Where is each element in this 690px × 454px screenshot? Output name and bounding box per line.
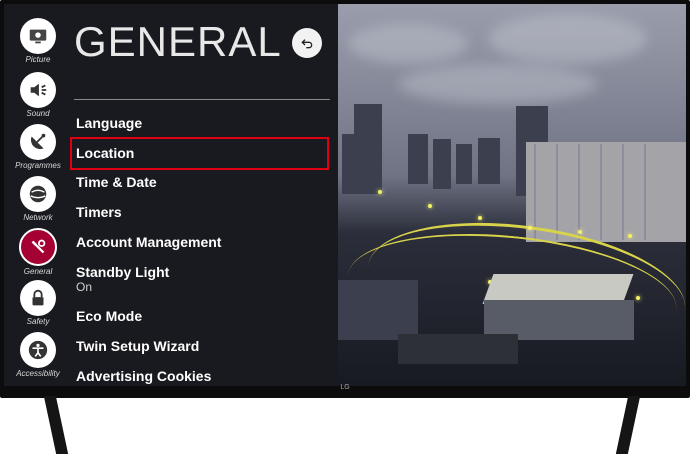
sound-icon [20, 72, 56, 108]
tv-screen: Picture Sound Programmes Network General… [4, 4, 686, 386]
menu-item-time-date[interactable]: Time & Date [70, 174, 330, 190]
menu-item-language[interactable]: Language [70, 115, 330, 131]
category-label: General [23, 267, 53, 276]
accessibility-icon [20, 332, 56, 368]
menu-item-label: Twin Setup Wizard [76, 338, 200, 354]
focus-highlight [70, 137, 329, 170]
menu-item-timers[interactable]: Timers [70, 204, 330, 220]
background-city-photo [338, 4, 686, 386]
satellite-icon [20, 124, 56, 160]
menu-item-standby-light[interactable]: Standby Light On [70, 264, 330, 294]
category-general[interactable]: General [4, 228, 72, 276]
category-safety[interactable]: Safety [4, 280, 72, 326]
category-label: Accessibility [16, 369, 60, 378]
category-sound[interactable]: Sound [4, 72, 72, 118]
menu-item-label: Timers [76, 204, 122, 220]
menu-item-label: Language [76, 115, 143, 131]
menu-item-eco-mode[interactable]: Eco Mode [70, 308, 330, 324]
menu-item-label: Advertising Cookies [76, 368, 212, 384]
menu-item-label: Time & Date [76, 174, 157, 190]
tv-bezel: Picture Sound Programmes Network General… [0, 0, 690, 398]
general-icon [19, 228, 57, 266]
category-network[interactable]: Network [4, 176, 72, 222]
menu-item-label: Eco Mode [76, 308, 143, 324]
category-picture[interactable]: Picture [4, 18, 72, 64]
category-accessibility[interactable]: Accessibility [4, 332, 72, 378]
back-arrow-icon [301, 39, 313, 49]
tv-stand-left [43, 396, 69, 454]
picture-icon [20, 18, 56, 54]
settings-panel: Picture Sound Programmes Network General… [4, 4, 338, 386]
tv-logo: LG [340, 384, 350, 391]
category-label: Sound [26, 109, 50, 118]
back-button[interactable] [292, 28, 322, 58]
globe-icon [20, 176, 56, 212]
menu-item-label: Account Management [76, 234, 222, 250]
menu-item-account-management[interactable]: Account Management [70, 234, 330, 250]
category-label: Programmes [15, 161, 61, 170]
category-label: Network [23, 213, 53, 222]
menu-item-label: Standby Light [76, 264, 170, 280]
category-label: Safety [26, 317, 50, 326]
category-label: Picture [25, 55, 51, 64]
page-title: GENERAL [74, 18, 282, 65]
divider [74, 99, 330, 100]
lock-icon [20, 280, 56, 316]
menu-item-advertising-cookies[interactable]: Advertising Cookies [70, 368, 330, 384]
category-programmes[interactable]: Programmes [4, 124, 72, 170]
category-sidebar: Picture Sound Programmes Network General… [4, 4, 72, 386]
menu-item-twin-setup-wizard[interactable]: Twin Setup Wizard [70, 338, 330, 354]
menu-item-value: On [76, 280, 93, 294]
tv-stand-right [615, 396, 641, 454]
